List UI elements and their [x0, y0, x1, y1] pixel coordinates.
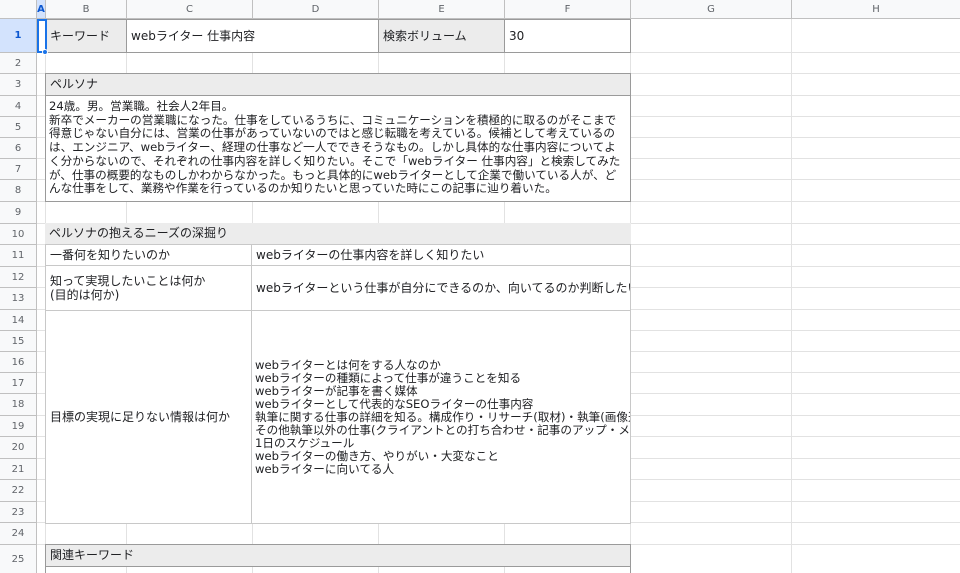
- related-keywords-cell[interactable]: [45, 566, 631, 573]
- row-header[interactable]: 5: [0, 117, 37, 138]
- needs-q2-value: webライターという仕事が自分にできるのか、向いてるのか判断したい: [256, 280, 630, 295]
- keyword-value: webライター 仕事内容: [131, 28, 256, 43]
- persona-header-cell[interactable]: ペルソナ: [45, 73, 631, 96]
- volume-label: 検索ボリューム: [383, 28, 467, 43]
- grid-line: [791, 19, 792, 573]
- related-keywords-header-cell[interactable]: 関連キーワード: [45, 544, 631, 567]
- row-header[interactable]: 23: [0, 502, 37, 523]
- needs-table-bottom-border: [45, 523, 631, 524]
- row-header[interactable]: 20: [0, 437, 37, 459]
- keyword-label-cell[interactable]: キーワード: [45, 19, 127, 53]
- needs-q2-label-cell[interactable]: 知って実現したいことは何か (目的は何か): [46, 266, 252, 310]
- column-header-f[interactable]: F: [505, 0, 631, 19]
- row-header[interactable]: 9: [0, 202, 37, 224]
- row-header[interactable]: 11: [0, 245, 37, 267]
- active-cell-selection[interactable]: [37, 19, 47, 53]
- column-header-d[interactable]: D: [253, 0, 379, 19]
- row-header[interactable]: 13: [0, 288, 37, 310]
- row-header[interactable]: 22: [0, 480, 37, 502]
- needs-q2-value-cell[interactable]: webライターという仕事が自分にできるのか、向いてるのか判断したい: [252, 266, 630, 310]
- row-header[interactable]: 14: [0, 310, 37, 331]
- needs-q1-value-cell[interactable]: webライターの仕事内容を詳しく知りたい: [252, 245, 630, 266]
- row-header[interactable]: 21: [0, 459, 37, 480]
- volume-label-cell[interactable]: 検索ボリューム: [378, 19, 505, 53]
- column-header-e[interactable]: E: [379, 0, 505, 19]
- row-header[interactable]: 17: [0, 373, 37, 394]
- row-header[interactable]: 7: [0, 159, 37, 180]
- needs-q3-label-cell[interactable]: 目標の実現に足りない情報は何か: [46, 310, 252, 524]
- row-header[interactable]: 2: [0, 53, 37, 74]
- column-header-c[interactable]: C: [127, 0, 253, 19]
- persona-text-cell[interactable]: 24歳。男。営業職。社会人2年目。 新卒でメーカーの営業職になった。仕事をしてい…: [45, 95, 631, 202]
- row-header[interactable]: 3: [0, 74, 37, 96]
- needs-header-cell[interactable]: ペルソナの抱えるニーズの深掘り: [45, 223, 631, 245]
- needs-q2-label: 知って実現したいことは何か (目的は何か): [50, 274, 206, 302]
- row-header[interactable]: 15: [0, 331, 37, 352]
- row-header[interactable]: 1: [0, 19, 37, 53]
- volume-value: 30: [509, 28, 525, 43]
- column-header-a[interactable]: A: [37, 0, 46, 19]
- needs-q3-label: 目標の実現に足りない情報は何か: [50, 410, 231, 424]
- volume-value-cell[interactable]: 30: [504, 19, 631, 53]
- column-header-g[interactable]: G: [631, 0, 792, 19]
- row-header[interactable]: 8: [0, 180, 37, 202]
- row-header[interactable]: 12: [0, 267, 37, 288]
- keyword-label: キーワード: [50, 28, 111, 43]
- persona-header: ペルソナ: [50, 77, 99, 91]
- needs-header: ペルソナの抱えるニーズの深掘り: [49, 226, 229, 240]
- keyword-value-cell[interactable]: webライター 仕事内容: [126, 19, 379, 53]
- persona-text: 24歳。男。営業職。社会人2年目。 新卒でメーカーの営業職になった。仕事をしてい…: [49, 99, 621, 196]
- column-header-h[interactable]: H: [792, 0, 960, 19]
- row-header[interactable]: 25: [0, 545, 37, 573]
- needs-q1-label: 一番何を知りたいのか: [50, 247, 171, 262]
- needs-q3-value: webライターとは何をする人なのか webライターの種類によって仕事が違うことを…: [255, 359, 630, 476]
- row-header[interactable]: 16: [0, 352, 37, 373]
- row-header[interactable]: 18: [0, 394, 37, 416]
- select-all-corner[interactable]: [0, 0, 37, 19]
- row-header[interactable]: 6: [0, 138, 37, 159]
- needs-q3-value-cell[interactable]: webライターとは何をする人なのか webライターの種類によって仕事が違うことを…: [252, 310, 630, 524]
- needs-q1-value: webライターの仕事内容を詳しく知りたい: [256, 247, 485, 262]
- column-header-b[interactable]: B: [46, 0, 127, 19]
- row-header[interactable]: 4: [0, 96, 37, 117]
- related-keywords-header: 関連キーワード: [50, 548, 135, 562]
- row-header[interactable]: 24: [0, 523, 37, 545]
- fill-handle[interactable]: [42, 49, 48, 55]
- needs-q1-label-cell[interactable]: 一番何を知りたいのか: [46, 245, 252, 266]
- row-header[interactable]: 19: [0, 416, 37, 437]
- row-header[interactable]: 10: [0, 224, 37, 245]
